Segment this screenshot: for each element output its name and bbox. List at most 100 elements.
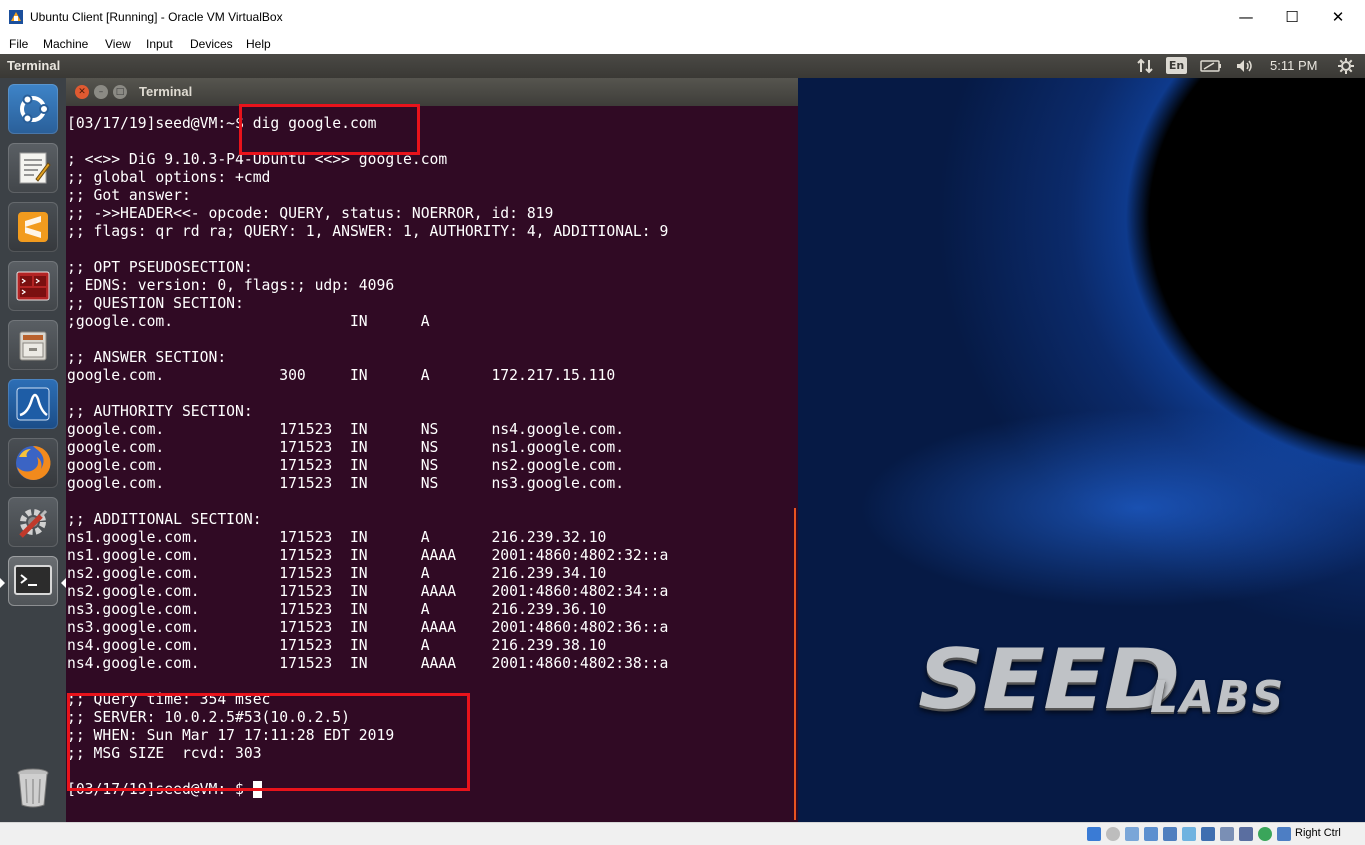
- optical-drive-icon[interactable]: [1106, 827, 1120, 841]
- terminal-line: ns3.google.com. 171523 IN AAAA 2001:4860…: [67, 619, 669, 636]
- terminal-line: ns2.google.com. 171523 IN A 216.239.34.1…: [67, 565, 607, 582]
- active-app-title: Terminal: [7, 58, 61, 73]
- host-menubar: File Machine View Input Devices Help: [0, 34, 1365, 54]
- minimize-button[interactable]: —: [1223, 0, 1269, 34]
- terminal-window[interactable]: ✕ – □ Terminal [03/17/19]seed@VM:~$ dig …: [66, 78, 798, 822]
- terminal-maximize-icon[interactable]: □: [113, 85, 127, 99]
- ubuntu-dash-icon: [20, 94, 49, 124]
- display-icon[interactable]: [1201, 827, 1215, 841]
- launcher-active-indicator: [0, 578, 5, 588]
- wallpaper-glow: [858, 408, 1365, 608]
- text-editor-icon: [19, 152, 51, 184]
- stats-highlight-box: [67, 693, 470, 791]
- unity-launcher: [0, 78, 66, 822]
- hard-disk-icon[interactable]: [1087, 827, 1101, 841]
- recording-icon[interactable]: [1220, 827, 1234, 841]
- system-settings-icon: [19, 509, 48, 538]
- terminal-line: ;; ADDITIONAL SECTION:: [67, 511, 262, 528]
- terminal-line: ;; flags: qr rd ra; QUERY: 1, ANSWER: 1,…: [67, 223, 669, 240]
- terminal-line: ns4.google.com. 171523 IN AAAA 2001:4860…: [67, 655, 669, 672]
- shared-folders-icon[interactable]: [1182, 827, 1196, 841]
- gear-icon[interactable]: [1336, 57, 1356, 75]
- battery-icon[interactable]: [1199, 57, 1223, 75]
- host-key-label: Right Ctrl: [1295, 827, 1341, 839]
- text-editor-button[interactable]: [8, 143, 58, 193]
- terminal-title: Terminal: [139, 84, 193, 99]
- volume-icon[interactable]: [1234, 57, 1256, 75]
- menu-machine[interactable]: Machine: [43, 37, 88, 51]
- terminal-line: google.com. 171523 IN NS ns4.google.com.: [67, 421, 625, 438]
- terminal-line: ;; QUESTION SECTION:: [67, 295, 244, 312]
- terminal-titlebar[interactable]: ✕ – □ Terminal: [66, 78, 798, 106]
- ubuntu-dash-button[interactable]: [8, 84, 58, 134]
- cpu-icon[interactable]: [1239, 827, 1253, 841]
- firefox-icon: [16, 445, 51, 480]
- labs-logo: LABS: [1150, 672, 1286, 723]
- trash-icon: [17, 768, 49, 808]
- terminal-line: google.com. 171523 IN NS ns3.google.com.: [67, 475, 625, 492]
- terminal-line: google.com. 171523 IN NS ns1.google.com.: [67, 439, 625, 456]
- file-manager-icon: [19, 331, 47, 361]
- usb-icon[interactable]: [1163, 827, 1177, 841]
- sublime-text-icon: [18, 212, 48, 242]
- menu-devices[interactable]: Devices: [190, 37, 233, 51]
- terminal-line: ;; ANSWER SECTION:: [67, 349, 227, 366]
- audio-icon[interactable]: [1125, 827, 1139, 841]
- terminal-line: ns4.google.com. 171523 IN A 216.239.38.1…: [67, 637, 607, 654]
- menu-input[interactable]: Input: [146, 37, 173, 51]
- terminal-launcher-button[interactable]: [8, 556, 58, 606]
- terminal-line: ;; OPT PSEUDOSECTION:: [67, 259, 253, 276]
- terminal-close-icon[interactable]: ✕: [75, 85, 89, 99]
- seed-logo: SEED: [918, 631, 1180, 728]
- terminal-red-icon: [16, 271, 50, 301]
- menu-view[interactable]: View: [105, 37, 131, 51]
- keyboard-layout-indicator[interactable]: En: [1166, 57, 1187, 74]
- maximize-button[interactable]: ☐: [1269, 0, 1315, 34]
- file-manager-button[interactable]: [8, 320, 58, 370]
- terminal-icon: [14, 565, 52, 595]
- network-adapter-icon[interactable]: [1144, 827, 1158, 841]
- terminal-line: ;; AUTHORITY SECTION:: [67, 403, 253, 420]
- terminal-line: ; EDNS: version: 0, flags:; udp: 4096: [67, 277, 395, 294]
- terminal-line: ;; ->>HEADER<<- opcode: QUERY, status: N…: [67, 205, 554, 222]
- close-button[interactable]: ✕: [1315, 0, 1361, 34]
- terminal-line: google.com. 300 IN A 172.217.15.110: [67, 367, 616, 384]
- command-highlight-box: [239, 104, 420, 155]
- terminal-line: ns1.google.com. 171523 IN AAAA 2001:4860…: [67, 547, 669, 564]
- menu-file[interactable]: File: [9, 37, 28, 51]
- terminal-scrollbar[interactable]: [794, 508, 796, 820]
- sublime-text-button[interactable]: [8, 202, 58, 252]
- virtualbox-status-bar: Right Ctrl: [0, 822, 1365, 845]
- terminal-line: ns1.google.com. 171523 IN A 216.239.32.1…: [67, 529, 607, 546]
- terminal-minimize-icon[interactable]: –: [94, 85, 108, 99]
- terminal-line: ;; global options: +cmd: [67, 169, 271, 186]
- guest-additions-icon[interactable]: [1258, 827, 1272, 841]
- ubuntu-top-panel: Terminal En 5:11 PM: [0, 54, 1365, 78]
- terminal-line: google.com. 171523 IN NS ns2.google.com.: [67, 457, 625, 474]
- terminal-line: ns3.google.com. 171523 IN A 216.239.36.1…: [67, 601, 607, 618]
- window-title: Ubuntu Client [Running] - Oracle VM Virt…: [30, 10, 283, 24]
- terminator-button[interactable]: [8, 261, 58, 311]
- terminal-line: ;; Got answer:: [67, 187, 191, 204]
- terminal-line: ns2.google.com. 171523 IN AAAA 2001:4860…: [67, 583, 669, 600]
- host-titlebar: Ubuntu Client [Running] - Oracle VM Virt…: [0, 0, 1365, 35]
- clock[interactable]: 5:11 PM: [1270, 58, 1317, 73]
- wireshark-button[interactable]: [8, 379, 58, 429]
- terminal-line: ;google.com. IN A: [67, 313, 430, 330]
- desktop-wallpaper: SEED LABS: [798, 78, 1365, 822]
- terminal-line: ; <<>> DiG 9.10.3-P4-Ubuntu <<>> google.…: [67, 151, 448, 168]
- network-icon[interactable]: [1136, 57, 1154, 75]
- virtualbox-icon: [9, 10, 23, 24]
- wireshark-icon: [16, 387, 50, 421]
- firefox-button[interactable]: [8, 438, 58, 488]
- mouse-integration-icon[interactable]: [1277, 827, 1291, 841]
- menu-help[interactable]: Help: [246, 37, 271, 51]
- system-settings-button[interactable]: [8, 497, 58, 547]
- trash-button[interactable]: [8, 762, 58, 812]
